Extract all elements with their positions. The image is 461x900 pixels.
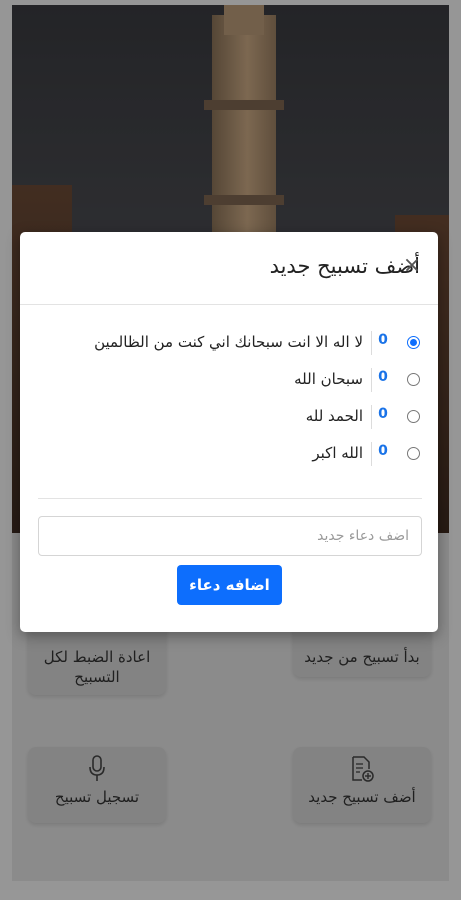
add-dua-button[interactable]: اضافه دعاء [177, 565, 282, 605]
tasbih-text: الحمد لله [305, 407, 363, 425]
separator [371, 405, 372, 429]
radio-button[interactable] [407, 373, 420, 386]
list-item[interactable]: 0 الله اكبر [20, 439, 438, 469]
count-value: 0 [378, 406, 388, 422]
tasbih-text: سبحان الله [294, 370, 363, 388]
modal-header: أضف تسبيح جديد × [20, 232, 438, 305]
radio-button[interactable] [407, 410, 420, 423]
separator [371, 331, 372, 355]
list-item[interactable]: 0 الحمد لله [20, 402, 438, 432]
add-tasbih-modal: أضف تسبيح جديد × 0 لا اله الا انت سبحانك… [20, 232, 438, 632]
tasbih-text: الله اكبر [312, 444, 363, 462]
count-value: 0 [378, 332, 388, 348]
list-item[interactable]: 0 سبحان الله [20, 365, 438, 395]
list-item[interactable]: 0 لا اله الا انت سبحانك اني كنت من الظال… [20, 328, 438, 358]
modal-title: أضف تسبيح جديد [269, 254, 420, 278]
radio-button[interactable] [407, 447, 420, 460]
separator [371, 368, 372, 392]
separator [371, 442, 372, 466]
close-button[interactable]: × [400, 252, 424, 280]
new-dua-input[interactable] [38, 516, 422, 556]
divider [38, 498, 422, 499]
count-value: 0 [378, 369, 388, 385]
count-value: 0 [378, 443, 388, 459]
tasbih-text: لا اله الا انت سبحانك اني كنت من الظالمي… [94, 333, 363, 351]
radio-button[interactable] [407, 336, 420, 349]
